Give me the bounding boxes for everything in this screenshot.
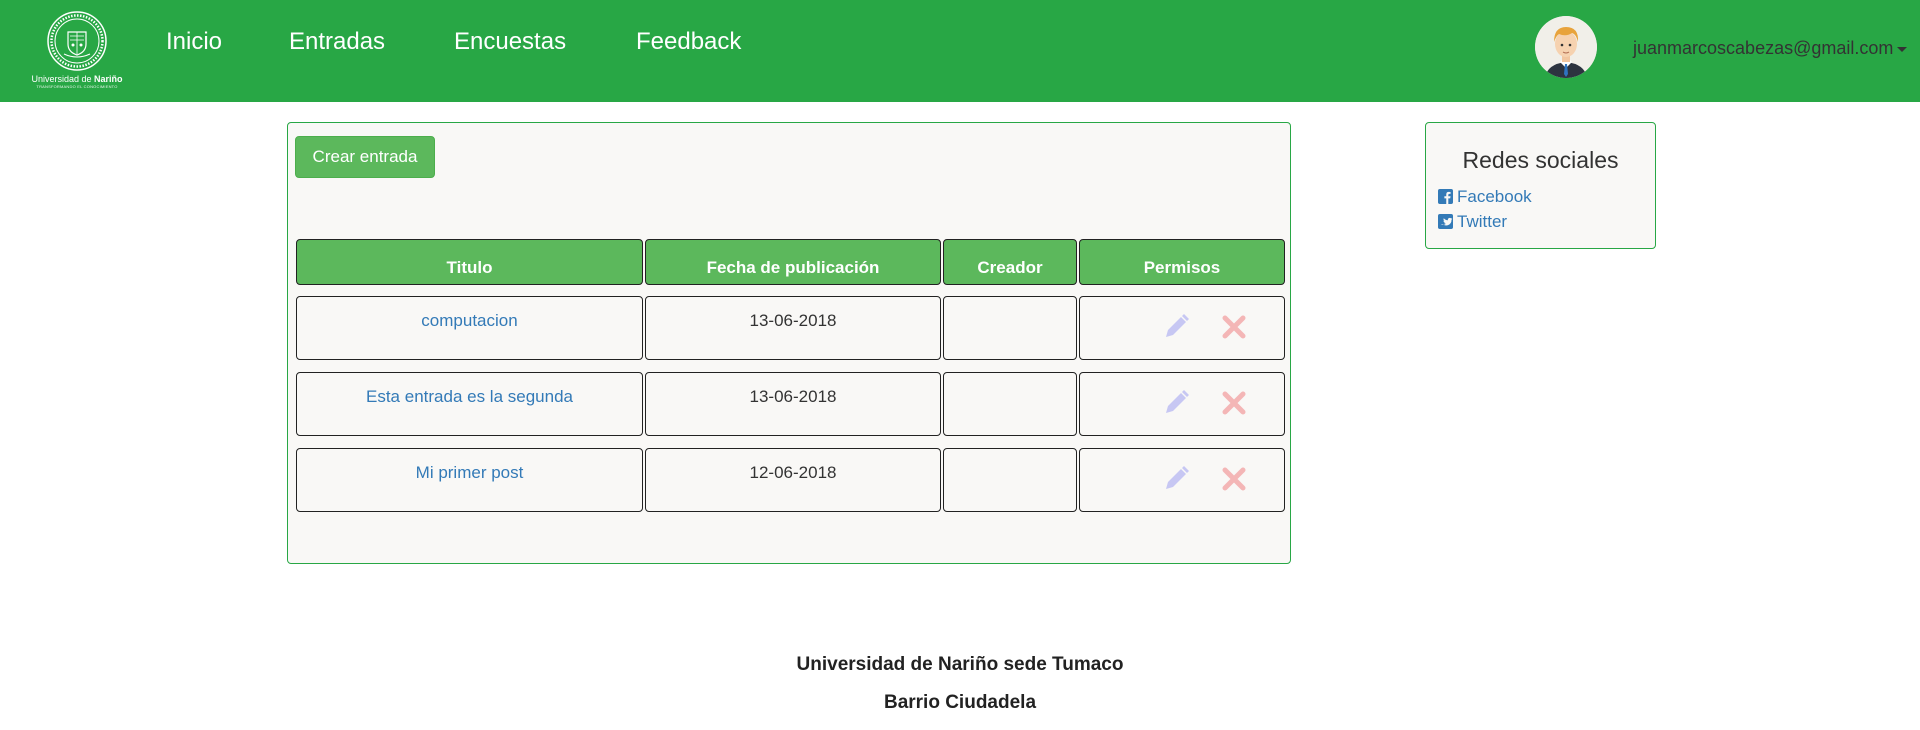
facebook-icon	[1438, 189, 1453, 204]
close-icon[interactable]	[1218, 311, 1250, 343]
nav-inicio[interactable]: Inicio	[166, 28, 222, 56]
create-entry-button[interactable]: Crear entrada	[295, 136, 435, 178]
nav-feedback[interactable]: Feedback	[636, 28, 741, 56]
row-1-permissions-cell	[1079, 296, 1285, 360]
row-1-creator-cell	[943, 296, 1077, 360]
logo-text: Universidad de Nariño	[31, 74, 123, 84]
row-2-permissions-cell	[1079, 372, 1285, 436]
column-header-date: Fecha de publicación	[645, 239, 941, 285]
column-header-creator: Creador	[943, 239, 1077, 285]
twitter-icon	[1438, 214, 1453, 229]
entry-title-link[interactable]: computacion	[421, 311, 517, 330]
row-3-title-cell: Mi primer post	[296, 448, 643, 512]
university-seal-icon	[47, 11, 107, 71]
navbar: Universidad de Nariño TRANSFORMANDO EL C…	[0, 0, 1920, 102]
user-avatar-icon	[1535, 16, 1597, 78]
row-1-title-cell: computacion	[296, 296, 643, 360]
user-email: juanmarcoscabezas@gmail.com	[1633, 38, 1894, 58]
pencil-icon[interactable]	[1160, 387, 1192, 419]
footer-address-line-2: Barrio Ciudadela	[883, 692, 1037, 713]
footer-address-line-1: Universidad de Nariño sede Tumaco	[796, 654, 1124, 675]
nav-encuestas[interactable]: Encuestas	[454, 28, 566, 56]
column-header-title: Titulo	[296, 239, 643, 285]
pencil-icon[interactable]	[1160, 311, 1192, 343]
close-icon[interactable]	[1218, 387, 1250, 419]
row-2-title-cell: Esta entrada es la segunda	[296, 372, 643, 436]
nav-entradas[interactable]: Entradas	[289, 28, 385, 56]
pencil-icon[interactable]	[1160, 463, 1192, 495]
row-3-creator-cell	[943, 448, 1077, 512]
row-3-date-cell: 12-06-2018	[645, 448, 941, 512]
logo-subtitle: TRANSFORMANDO EL CONOCIMIENTO	[36, 84, 118, 89]
row-2-creator-cell	[943, 372, 1077, 436]
close-icon[interactable]	[1218, 463, 1250, 495]
entry-title-link[interactable]: Esta entrada es la segunda	[366, 387, 573, 406]
column-header-permissions: Permisos	[1079, 239, 1285, 285]
social-panel: Redes sociales Facebook Twitter	[1425, 122, 1656, 249]
facebook-link[interactable]: Facebook	[1438, 187, 1532, 207]
user-menu[interactable]: juanmarcoscabezas@gmail.com	[1633, 38, 1908, 59]
entry-title-link[interactable]: Mi primer post	[416, 463, 524, 482]
social-title: Redes sociales	[1462, 147, 1619, 173]
row-1-date-cell: 13-06-2018	[645, 296, 941, 360]
entries-panel: Crear entrada Titulo Fecha de publicació…	[287, 122, 1291, 564]
row-3-permissions-cell	[1079, 448, 1285, 512]
university-logo[interactable]: Universidad de Nariño TRANSFORMANDO EL C…	[30, 10, 124, 90]
caret-down-icon	[1897, 46, 1908, 52]
twitter-link[interactable]: Twitter	[1438, 212, 1507, 232]
row-2-date-cell: 13-06-2018	[645, 372, 941, 436]
avatar[interactable]	[1535, 16, 1597, 78]
